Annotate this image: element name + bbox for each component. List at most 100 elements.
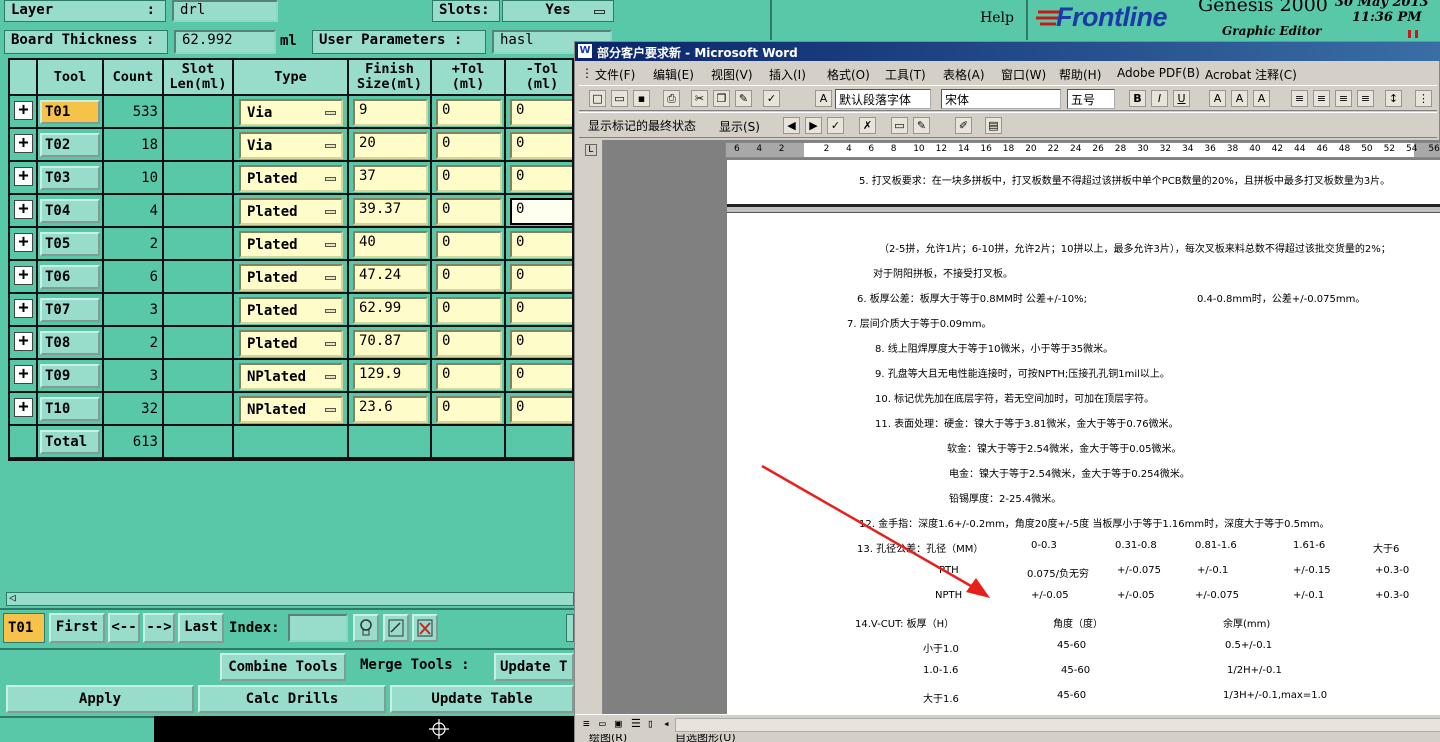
underline-icon[interactable]: U <box>1173 90 1190 107</box>
new-doc-icon[interactable]: □ <box>589 90 606 107</box>
print-icon[interactable]: ⎙ <box>663 90 680 107</box>
align-left-icon[interactable]: ≡ <box>1291 90 1308 107</box>
web-view-icon[interactable]: ▭ <box>599 717 606 730</box>
plus-tol-field[interactable]: 0 <box>436 363 502 390</box>
minus-tol-field[interactable]: 0 <box>510 396 572 423</box>
doc-horizontal-scrollbar[interactable] <box>675 718 1440 732</box>
finish-size-field[interactable]: 23.6 <box>353 396 428 423</box>
accept-change-icon[interactable]: ✓ <box>827 117 844 134</box>
update-table-button[interactable]: Update Table <box>390 685 574 713</box>
tool-button[interactable]: T07 <box>40 298 100 322</box>
plus-tol-field[interactable]: 0 <box>436 165 502 192</box>
char-border-icon[interactable]: A <box>1209 90 1226 107</box>
tool-button[interactable]: T01 <box>40 100 100 124</box>
tool-button[interactable]: T04 <box>40 199 100 223</box>
reading-view-icon[interactable]: ▯ <box>647 717 654 730</box>
plus-tol-field[interactable]: 0 <box>436 396 502 423</box>
prev-button[interactable]: <-- <box>108 613 140 643</box>
review-display-combo[interactable]: 显示标记的最终状态 <box>585 116 713 136</box>
finish-size-field[interactable]: 47.24 <box>353 264 428 291</box>
menu-format[interactable]: 格式(O) <box>827 66 870 83</box>
plus-tol-field[interactable]: 0 <box>436 264 502 291</box>
finish-size-field[interactable]: 37 <box>353 165 428 192</box>
plus-tol-field[interactable]: 0 <box>436 297 502 324</box>
expand-plus-icon[interactable]: + <box>14 101 33 120</box>
expand-plus-icon[interactable]: + <box>14 167 33 186</box>
menu-acrobat-comments[interactable]: Acrobat 注释(C) <box>1205 66 1297 83</box>
autoshapes-menu[interactable]: 自选图形(U) <box>675 734 736 742</box>
combine-tools-button[interactable]: Combine Tools <box>220 653 346 681</box>
tool-button[interactable]: T08 <box>40 331 100 355</box>
index-field[interactable] <box>288 614 348 642</box>
edit-icon[interactable] <box>383 614 409 642</box>
expand-plus-icon[interactable]: + <box>14 365 33 384</box>
menu-help[interactable]: 帮助(H) <box>1059 66 1101 83</box>
numbering-icon[interactable]: ⋮ <box>1415 90 1432 107</box>
minus-tol-field[interactable]: 0 <box>510 132 572 159</box>
finish-size-field[interactable]: 70.87 <box>353 330 428 357</box>
horizontal-scrollbar[interactable]: ◁ <box>6 591 574 606</box>
tab-selector-icon[interactable]: L <box>585 144 597 156</box>
scroll-left-icon[interactable]: ◁ <box>9 591 16 604</box>
align-center-icon[interactable]: ≡ <box>1313 90 1330 107</box>
finish-size-field[interactable]: 40 <box>353 231 428 258</box>
minus-tol-field[interactable]: 0 <box>510 165 572 192</box>
finish-size-field[interactable]: 20 <box>353 132 428 159</box>
lightbulb-icon[interactable] <box>353 614 379 642</box>
first-button[interactable]: First <box>49 613 105 643</box>
tool-button[interactable]: T09 <box>40 364 100 388</box>
italic-icon[interactable]: I <box>1151 90 1168 107</box>
bold-icon[interactable]: B <box>1129 90 1146 107</box>
expand-plus-icon[interactable]: + <box>14 134 33 153</box>
prev-change-icon[interactable]: ◀ <box>783 117 800 134</box>
slots-dropdown[interactable]: Yes <box>502 0 614 22</box>
minus-tol-field[interactable]: 0 <box>510 231 572 258</box>
reject-change-icon[interactable]: ✗ <box>859 117 876 134</box>
tool-button[interactable]: T02 <box>40 133 100 157</box>
expand-plus-icon[interactable]: + <box>14 332 33 351</box>
plus-tol-field[interactable]: 0 <box>436 132 502 159</box>
finish-size-field[interactable]: 9 <box>353 99 428 126</box>
menu-file[interactable]: 文件(F) <box>595 66 635 83</box>
board-thickness-field[interactable]: 62.992 <box>174 30 276 54</box>
minus-tol-field[interactable]: 0 <box>510 264 572 291</box>
finish-size-field[interactable]: 39.37 <box>353 198 428 225</box>
expand-plus-icon[interactable]: + <box>14 233 33 252</box>
line-spacing-icon[interactable]: ↕ <box>1385 90 1402 107</box>
tool-button[interactable]: T05 <box>40 232 100 256</box>
minus-tol-field[interactable]: 0 <box>510 330 572 357</box>
finish-size-field[interactable]: 129.9 <box>353 363 428 390</box>
next-button[interactable]: --> <box>143 613 175 643</box>
plus-tol-field[interactable]: 0 <box>436 198 502 225</box>
type-dropdown[interactable]: Plated <box>239 330 343 357</box>
tool-button[interactable]: T10 <box>40 397 100 421</box>
comment-icon[interactable]: ▭ <box>891 117 908 134</box>
calc-drills-button[interactable]: Calc Drills <box>198 685 386 713</box>
update-tools-button[interactable]: Update T <box>494 653 574 681</box>
outline-view-icon[interactable]: ☰ <box>631 717 641 730</box>
tool-button[interactable]: T03 <box>40 166 100 190</box>
char-scale-icon[interactable]: A <box>1253 90 1270 107</box>
reviewing-pane-icon[interactable]: ▤ <box>985 117 1002 134</box>
track-changes-icon[interactable]: ✓ <box>763 90 780 107</box>
expand-plus-icon[interactable]: + <box>14 299 33 318</box>
track-icon[interactable]: ✐ <box>955 117 972 134</box>
copy-icon[interactable]: ❐ <box>713 90 730 107</box>
print-view-icon[interactable]: ▣ <box>615 717 622 730</box>
layer-field[interactable]: drl <box>172 0 278 22</box>
save-icon[interactable]: ▪ <box>633 90 650 107</box>
next-change-icon[interactable]: ▶ <box>805 117 822 134</box>
menu-table[interactable]: 表格(A) <box>943 66 985 83</box>
document-page[interactable]: 5. 打叉板要求：在一块多拼板中，打叉板数量不得超过该拼板中单个PCB数量的20… <box>727 160 1440 714</box>
cut-icon[interactable]: ✂ <box>691 90 708 107</box>
type-dropdown[interactable]: NPlated <box>239 363 343 390</box>
menu-adobe-pdf[interactable]: Adobe PDF(B) <box>1117 66 1200 80</box>
open-folder-icon[interactable]: ▭ <box>611 90 628 107</box>
type-dropdown[interactable]: Via <box>239 132 343 159</box>
help-button[interactable]: Help <box>980 10 1014 26</box>
type-dropdown[interactable]: Via <box>239 99 343 126</box>
menu-window[interactable]: 窗口(W) <box>1001 66 1046 83</box>
plus-tol-field[interactable]: 0 <box>436 330 502 357</box>
menu-edit[interactable]: 编辑(E) <box>653 66 694 83</box>
menu-insert[interactable]: 插入(I) <box>769 66 806 83</box>
